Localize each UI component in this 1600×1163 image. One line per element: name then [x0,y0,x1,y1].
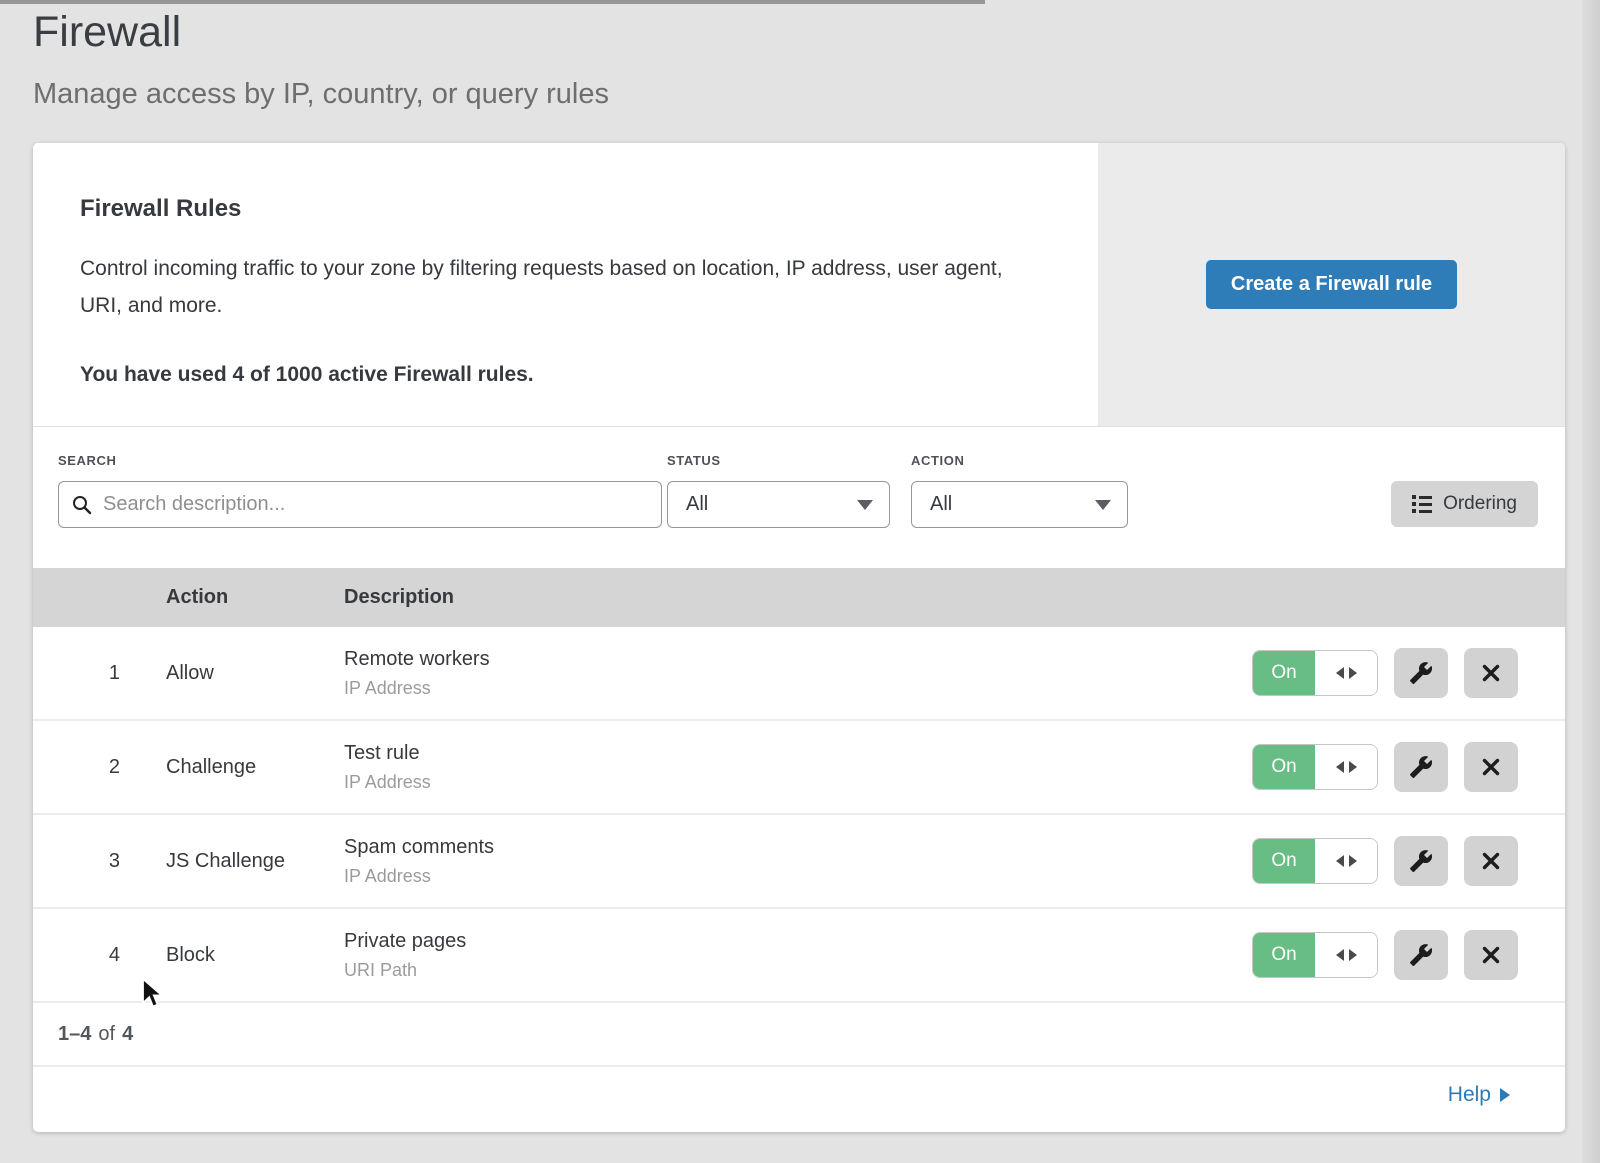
close-icon [1480,850,1502,872]
pagination-of: of [98,1023,115,1046]
toggle-on-label: On [1253,651,1315,695]
table-row: 1 Allow Remote workers IP Address On [33,627,1565,721]
wrench-icon [1409,849,1433,873]
search-icon [71,494,92,520]
arrow-right-icon [1349,667,1357,679]
status-label: STATUS [667,453,890,468]
help-link[interactable]: Help [1448,1083,1510,1107]
delete-rule-button[interactable] [1464,742,1518,792]
chevron-down-icon [857,500,873,510]
card-footer: Help [33,1065,1565,1123]
rule-action: Allow [166,662,344,685]
create-rule-panel: Create a Firewall rule [1098,143,1565,426]
delete-rule-button[interactable] [1464,836,1518,886]
toggle-on-label: On [1253,933,1315,977]
table-header: Action Description [33,568,1565,627]
pagination-total: 4 [122,1023,133,1046]
chevron-down-icon [1095,500,1111,510]
table-row: 3 JS Challenge Spam comments IP Address … [33,815,1565,909]
arrow-right-icon [1349,949,1357,961]
rule-enabled-toggle[interactable]: On [1252,650,1378,696]
page-subtitle: Manage access by IP, country, or query r… [33,78,609,111]
arrow-left-icon [1336,667,1344,679]
status-selected-value: All [686,493,708,516]
scrollbar-track[interactable] [1582,0,1600,1163]
table-row: 4 Block Private pages URI Path On [33,909,1565,1003]
rules-usage-note: You have used 4 of 1000 active Firewall … [80,363,1038,387]
arrow-right-icon [1349,761,1357,773]
rule-enabled-toggle[interactable]: On [1252,932,1378,978]
close-icon [1480,944,1502,966]
arrow-left-icon [1336,761,1344,773]
close-icon [1480,662,1502,684]
toggle-handle[interactable] [1315,651,1377,695]
rule-action: Block [166,944,344,967]
card-title: Firewall Rules [80,195,1038,223]
toggle-handle[interactable] [1315,933,1377,977]
status-filter-group: STATUS All [667,453,890,528]
wrench-icon [1409,755,1433,779]
rule-priority: 1 [33,662,120,685]
rule-enabled-toggle[interactable]: On [1252,838,1378,884]
status-select[interactable]: All [667,481,890,528]
rule-action: JS Challenge [166,850,344,873]
table-row: 2 Challenge Test rule IP Address On [33,721,1565,815]
delete-rule-button[interactable] [1464,648,1518,698]
rule-priority: 4 [33,944,120,967]
search-group: SEARCH [58,453,662,528]
wrench-icon [1409,943,1433,967]
wrench-icon [1409,661,1433,685]
pagination-range: 1–4 [58,1023,91,1046]
card-header: Firewall Rules Control incoming traffic … [33,143,1565,427]
page-title: Firewall [33,8,181,57]
ordering-button-label: Ordering [1443,493,1517,515]
close-icon [1480,756,1502,778]
rule-priority: 3 [33,850,120,873]
column-header-description: Description [344,586,454,609]
arrow-right-icon [1500,1088,1510,1102]
ordered-list-icon [1412,495,1432,513]
action-label: ACTION [911,453,1128,468]
search-input[interactable] [58,481,662,528]
arrow-right-icon [1349,855,1357,867]
help-link-label: Help [1448,1083,1491,1107]
delete-rule-button[interactable] [1464,930,1518,980]
action-filter-group: ACTION All [911,453,1128,528]
rule-priority: 2 [33,756,120,779]
filter-bar: SEARCH STATUS All ACTION All [33,427,1565,568]
firewall-rules-card: Firewall Rules Control incoming traffic … [33,143,1565,1132]
screen-edge-artifact [0,0,985,4]
toggle-handle[interactable] [1315,839,1377,883]
ordering-button[interactable]: Ordering [1391,481,1538,527]
rule-action: Challenge [166,756,344,779]
edit-rule-button[interactable] [1394,836,1448,886]
pagination: 1–4 of 4 [33,1003,1565,1065]
toggle-on-label: On [1253,745,1315,789]
column-header-action: Action [166,586,344,609]
card-header-text: Firewall Rules Control incoming traffic … [33,143,1098,426]
arrow-left-icon [1336,949,1344,961]
edit-rule-button[interactable] [1394,930,1448,980]
toggle-on-label: On [1253,839,1315,883]
toggle-handle[interactable] [1315,745,1377,789]
edit-rule-button[interactable] [1394,742,1448,792]
card-description: Control incoming traffic to your zone by… [80,251,1025,325]
edit-rule-button[interactable] [1394,648,1448,698]
search-label: SEARCH [58,453,662,468]
create-firewall-rule-button[interactable]: Create a Firewall rule [1206,260,1457,309]
arrow-left-icon [1336,855,1344,867]
action-selected-value: All [930,493,952,516]
rule-enabled-toggle[interactable]: On [1252,744,1378,790]
rules-list: 1 Allow Remote workers IP Address On [33,627,1565,1003]
action-select[interactable]: All [911,481,1128,528]
